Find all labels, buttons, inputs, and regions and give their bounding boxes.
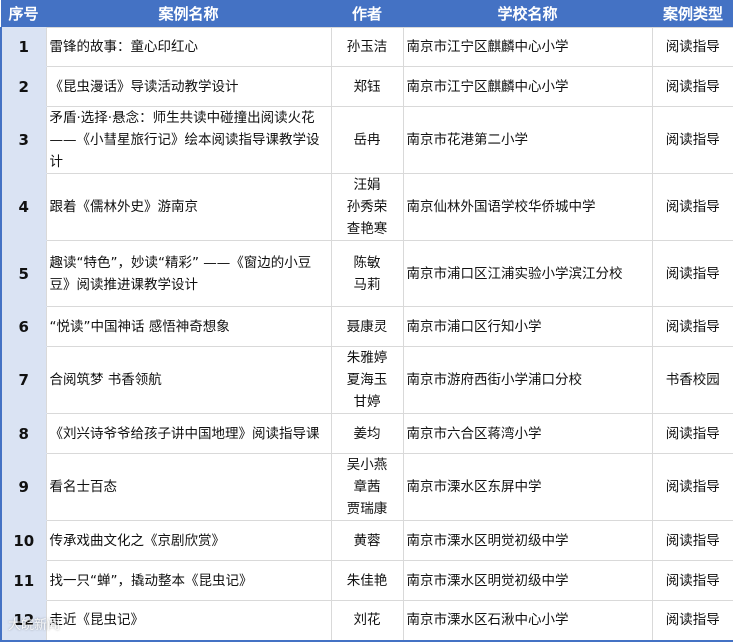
author-name: 黄蓉 xyxy=(353,532,381,549)
header-type: 案例类型 xyxy=(652,0,733,28)
author-cell: 岳冉 xyxy=(330,106,404,174)
author-cell: 刘花 xyxy=(330,600,404,642)
case-title: “悦读”中国神话 感悟神奇想象 xyxy=(45,306,332,347)
school-name: 南京仙林外国语学校华侨城中学 xyxy=(402,173,653,241)
author-cell: 陈敏 马莉 xyxy=(330,240,404,307)
author-cell: 吴小燕 章茜 贾瑞康 xyxy=(330,453,404,521)
case-type: 阅读指导 xyxy=(651,106,733,174)
table-row: 5 趣读“特色”，妙读“精彩” ——《窗边的小豆豆》阅读推进课教学设计 陈敏 马莉 南京… xyxy=(0,240,733,307)
author-name: 岳冉 xyxy=(353,132,381,148)
school-name: 南京市溧水区东屏中学 xyxy=(402,453,653,521)
row-number: 4 xyxy=(0,173,47,241)
case-type: 阅读指导 xyxy=(651,240,733,307)
author-name: 朱佳艳 xyxy=(346,572,388,589)
case-type: 阅读指导 xyxy=(651,306,733,347)
author-name: 汪娟 xyxy=(353,177,381,193)
case-title: 《刘兴诗爷爷给孩子讲中国地理》阅读指导课 xyxy=(45,413,332,454)
table-row: 2 《昆虫漫话》导读活动教学设计 郑钰 南京市江宁区麒麟中心小学 阅读指导 xyxy=(0,66,733,107)
table-row: 4 跟着《儒林外史》游南京 汪娟 孙秀荣 查艳寒 南京仙林外国语学校华侨城中学 阅读指导 xyxy=(0,173,733,241)
header-no: 序号 xyxy=(1,0,46,28)
case-type: 阅读指导 xyxy=(651,173,733,241)
author-name: 郑钰 xyxy=(353,78,381,95)
author-name: 夏海玉 xyxy=(346,372,388,388)
author-name: 姜均 xyxy=(353,425,381,442)
case-table: 序号 案例名称 作者 学校名称 案例类型 1 雷锋的故事：童心印红心 孙玉洁 南京市江… xyxy=(0,0,733,642)
school-name: 南京市花港第二小学 xyxy=(402,106,653,174)
school-name: 南京市溧水区石湫中心小学 xyxy=(402,600,653,642)
author-name: 孙秀荣 xyxy=(346,199,388,215)
row-number: 7 xyxy=(0,346,47,414)
case-type: 阅读指导 xyxy=(651,600,733,642)
case-title: 趣读“特色”，妙读“精彩” ——《窗边的小豆豆》阅读推进课教学设计 xyxy=(45,240,332,307)
row-number: 9 xyxy=(0,453,47,521)
row-number: 11 xyxy=(0,560,47,601)
author-name: 贾瑞康 xyxy=(346,501,388,517)
case-title: 走近《昆虫记》 xyxy=(45,600,332,642)
case-type: 阅读指导 xyxy=(651,520,733,561)
author-name: 章茜 xyxy=(353,479,381,495)
author-cell: 郑钰 xyxy=(330,66,404,107)
row-number: 8 xyxy=(0,413,47,454)
table-row: 6 “悦读”中国神话 感悟神奇想象 聂康灵 南京市浦口区行知小学 阅读指导 xyxy=(0,306,733,347)
case-title: 看名士百态 xyxy=(45,453,332,521)
case-type: 阅读指导 xyxy=(651,560,733,601)
header-school: 学校名称 xyxy=(403,0,652,28)
table-row: 8 《刘兴诗爷爷给孩子讲中国地理》阅读指导课 姜均 南京市六合区蒋湾小学 阅读指导 xyxy=(0,413,733,454)
row-number: 6 xyxy=(0,306,47,347)
table-row: 9 看名士百态 吴小燕章茜贾瑞康 南京市溧水区东屏中学 阅读指导 xyxy=(0,453,733,521)
author-name: 陈敏 xyxy=(353,254,381,271)
case-type: 书香校园 xyxy=(651,346,733,414)
school-name: 南京市六合区蒋湾小学 xyxy=(402,413,653,454)
author-name: 孙玉洁 xyxy=(346,39,388,55)
table-row: 7 合阅筑梦 书香领航 朱雅婷 夏海玉 甘婷 南京市游府西街小学浦口分校 书香校园 xyxy=(0,346,733,414)
table-row: 1 雷锋的故事：童心印红心 孙玉洁 南京市江宁区麒麟中心小学 阅读指导 xyxy=(0,27,733,67)
header-row: 序号 案例名称 作者 学校名称 案例类型 xyxy=(1,0,733,28)
case-title: 找一只“蝉”，撬动整本《昆虫记》 xyxy=(45,560,332,601)
author-cell: 姜均 xyxy=(330,413,404,454)
author-name: 吴小燕 xyxy=(346,457,388,473)
table-row: 11 找一只“蝉”，撬动整本《昆虫记》 朱佳艳 南京市溧水区明觉初级中学 阅读指导 xyxy=(0,560,733,601)
case-type: 阅读指导 xyxy=(651,413,733,454)
row-number: 5 xyxy=(0,240,47,307)
row-number: 1 xyxy=(0,27,47,67)
row-number: 10 xyxy=(0,520,47,561)
table-row: 3 矛盾·选择·悬念：师生共读中碰撞出阅读火花——《小彗星旅行记》绘本阅读指导课教… xyxy=(0,106,733,174)
author-cell: 孙玉洁 xyxy=(330,27,404,67)
author-cell: 汪娟 孙秀荣 查艳寒 xyxy=(330,173,404,241)
case-type: 阅读指导 xyxy=(651,66,733,107)
author-name: 查艳寒 xyxy=(346,221,388,237)
table-row: 12 走近《昆虫记》 刘花 南京市溧水区石湫中心小学 阅读指导 xyxy=(0,600,733,642)
school-name: 南京市溧水区明觉初级中学 xyxy=(402,520,653,561)
school-name: 南京市溧水区明觉初级中学 xyxy=(402,560,653,601)
school-name: 南京市江宁区麒麟中心小学 xyxy=(402,66,653,107)
author-name: 马莉 xyxy=(353,276,381,293)
case-title: 合阅筑梦 书香领航 xyxy=(45,346,332,414)
case-title: 《昆虫漫话》导读活动教学设计 xyxy=(45,66,332,107)
school-name: 南京市浦口区江浦实验小学滨江分校 xyxy=(402,240,653,307)
header-title: 案例名称 xyxy=(46,0,331,28)
case-title: 矛盾·选择·悬念：师生共读中碰撞出阅读火花——《小彗星旅行记》绘本阅读指导课教学… xyxy=(45,106,332,174)
case-type: 阅读指导 xyxy=(651,453,733,521)
author-name: 刘花 xyxy=(353,612,381,629)
author-cell: 聂康灵 xyxy=(330,306,404,347)
row-number: 12 xyxy=(0,600,47,642)
school-name: 南京市江宁区麒麟中心小学 xyxy=(402,27,653,67)
school-name: 南京市游府西街小学浦口分校 xyxy=(402,346,653,414)
table-row: 10 传承戏曲文化之《京剧欣赏》 黄蓉 南京市溧水区明觉初级中学 阅读指导 xyxy=(0,520,733,561)
case-title: 雷锋的故事：童心印红心 xyxy=(45,27,332,67)
case-type: 阅读指导 xyxy=(651,27,733,67)
author-name: 朱雅婷 xyxy=(346,350,388,366)
author-cell: 朱雅婷 夏海玉 甘婷 xyxy=(330,346,404,414)
author-cell: 朱佳艳 xyxy=(330,560,404,601)
row-number: 3 xyxy=(0,106,47,174)
author-name: 甘婷 xyxy=(353,394,381,410)
header-author: 作者 xyxy=(331,0,403,28)
case-title: 传承戏曲文化之《京剧欣赏》 xyxy=(45,520,332,561)
school-name: 南京市浦口区行知小学 xyxy=(402,306,653,347)
row-number: 2 xyxy=(0,66,47,107)
case-title: 跟着《儒林外史》游南京 xyxy=(45,173,332,241)
author-cell: 黄蓉 xyxy=(330,520,404,561)
author-name: 聂康灵 xyxy=(346,318,388,335)
